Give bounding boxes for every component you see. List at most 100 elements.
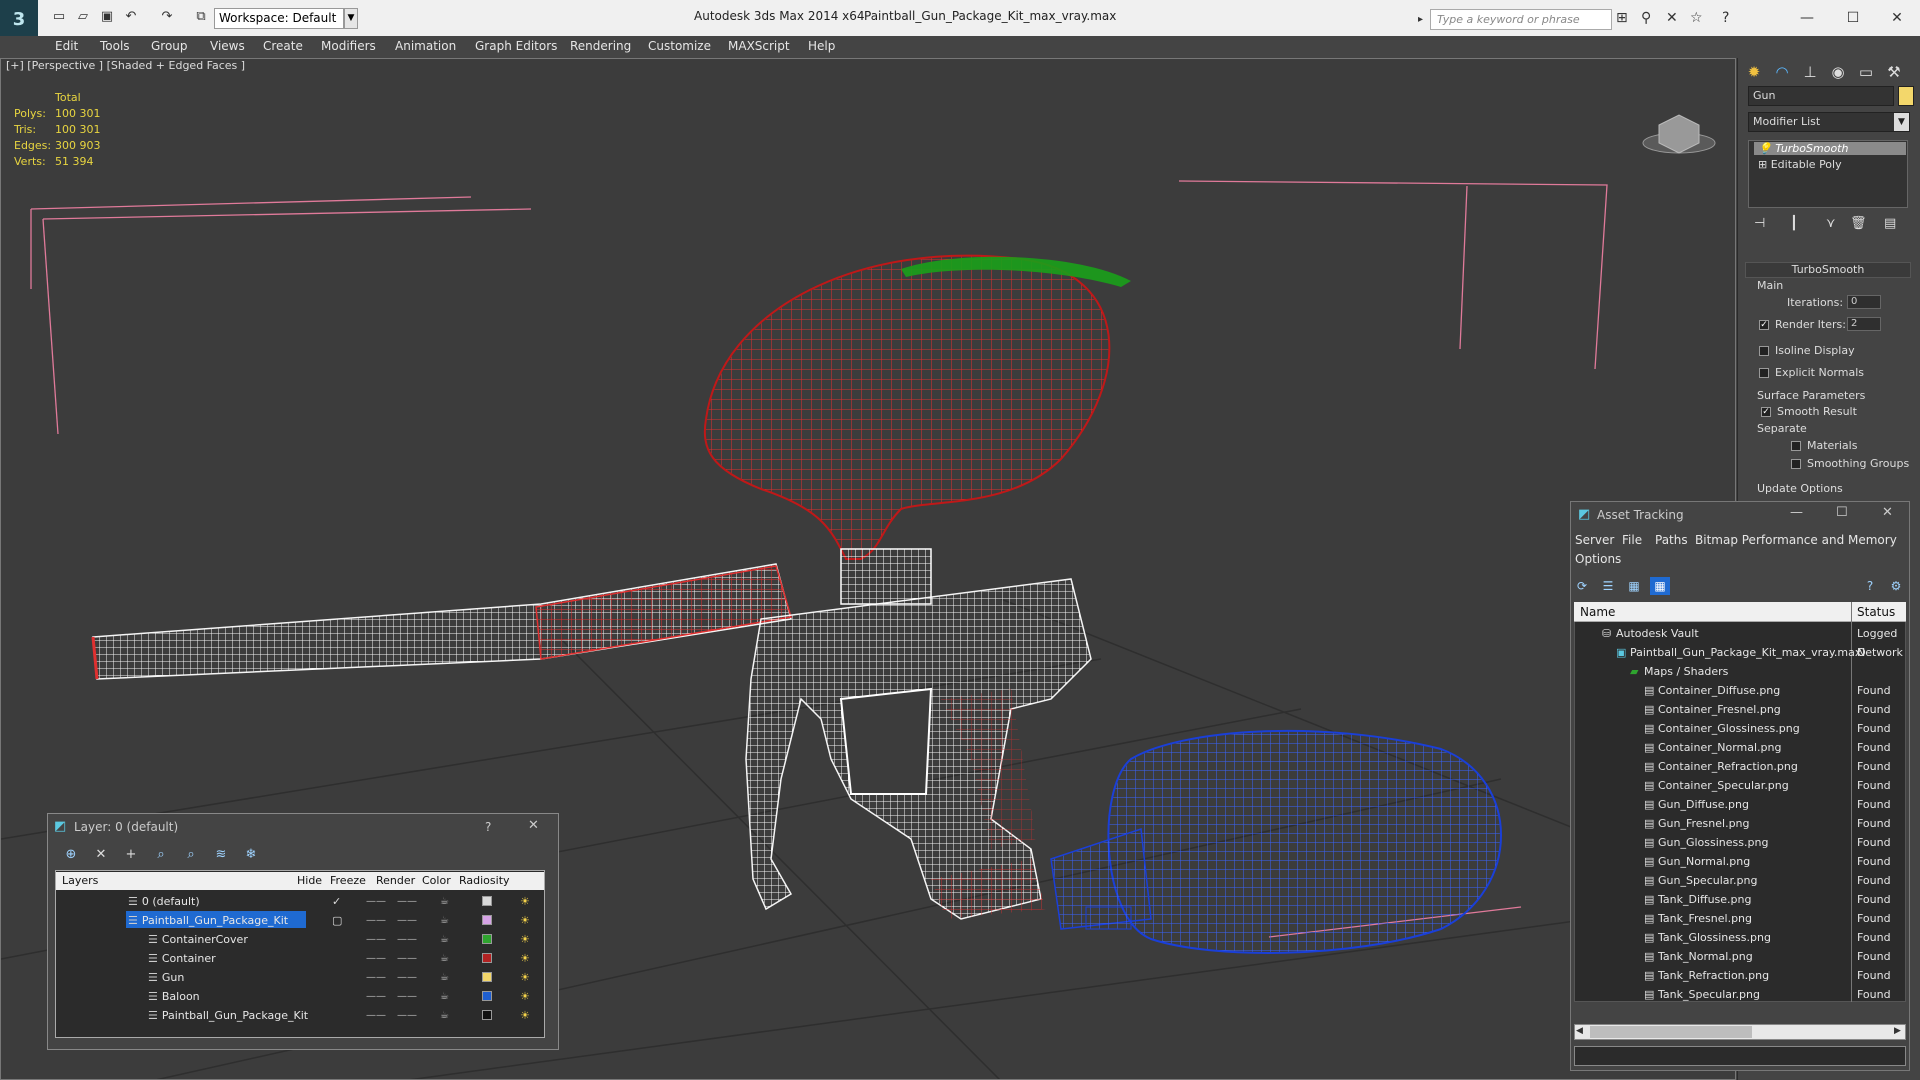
favorites-star-icon[interactable]: ☆ [1690, 10, 1703, 26]
asset-menu-options[interactable]: Options [1575, 552, 1621, 566]
layer-name-cell[interactable]: ☰ Baloon [146, 987, 306, 1004]
list-view-icon[interactable]: ☰ [1598, 577, 1618, 595]
layer-color-swatch[interactable] [482, 934, 492, 944]
communication-icon[interactable]: ✕ [1666, 10, 1678, 26]
menu-edit[interactable]: Edit [55, 39, 78, 53]
freeze-toggle-icon[interactable]: —— [397, 930, 417, 949]
layer-row[interactable]: ☰ 0 (default) ✓ —— —— ☕ ☀ [112, 892, 600, 911]
hide-toggle-icon[interactable]: —— [366, 987, 386, 1006]
layer-color-swatch[interactable] [482, 991, 492, 1001]
asset-row[interactable]: ▤ Gun_Glossiness.png Found [1574, 833, 1906, 852]
asset-row[interactable]: ▤ Container_Fresnel.png Found [1574, 700, 1906, 719]
layer-row[interactable]: ☰ Paintball_Gun_Package_Kit —— —— ☕ ☀ [112, 1006, 600, 1025]
asset-row[interactable]: ▤ Container_Diffuse.png Found [1574, 681, 1906, 700]
asset-minimize-button[interactable]: — [1790, 505, 1803, 520]
asset-row[interactable]: ▣ Paintball_Gun_Package_Kit_max_vray.max N… [1574, 643, 1906, 662]
smooth-result-checkbox[interactable]: ✓ [1761, 407, 1771, 417]
hide-toggle-icon[interactable]: —— [366, 968, 386, 987]
scroll-right-icon[interactable]: ▶ [1894, 1026, 1901, 1036]
radiosity-sun-icon[interactable]: ☀ [520, 987, 530, 1006]
render-teapot-icon[interactable]: ☕ [440, 930, 449, 949]
asset-settings-icon[interactable]: ⚙ [1886, 577, 1906, 595]
layer-col-hide[interactable]: Hide [297, 874, 322, 887]
hide-toggle-icon[interactable]: —— [366, 911, 386, 930]
undo-icon[interactable]: ↶ [122, 9, 140, 25]
render-teapot-icon[interactable]: ☕ [440, 911, 449, 930]
binoculars-icon[interactable]: ⊞ [1616, 10, 1628, 26]
asset-row[interactable]: ▤ Container_Refraction.png Found [1574, 757, 1906, 776]
radiosity-sun-icon[interactable]: ☀ [520, 1006, 530, 1025]
asset-menu-paths[interactable]: Paths [1655, 533, 1688, 547]
set-current-layer-icon[interactable]: ▢ [332, 911, 342, 930]
isoline-display-checkbox[interactable] [1759, 346, 1769, 356]
current-layer-check-icon[interactable]: ✓ [332, 892, 341, 911]
render-iters-checkbox[interactable]: ✓ [1759, 320, 1769, 330]
layer-name-cell[interactable]: ☰ ContainerCover [146, 930, 306, 947]
asset-row[interactable]: ▤ Gun_Specular.png Found [1574, 871, 1906, 890]
subscription-icon[interactable]: ⚲ [1641, 10, 1651, 26]
render-teapot-icon[interactable]: ☕ [440, 892, 449, 911]
freeze-toggle-icon[interactable]: —— [397, 987, 417, 1006]
hide-toggle-icon[interactable]: —— [366, 1006, 386, 1025]
search-input[interactable]: Type a keyword or phrase [1430, 9, 1612, 30]
menu-help[interactable]: Help [808, 39, 835, 53]
layer-name-cell[interactable]: ☰ Container [146, 949, 306, 966]
layer-color-swatch[interactable] [482, 1010, 492, 1020]
menu-tools[interactable]: Tools [100, 39, 130, 53]
asset-help-icon[interactable]: ? [1860, 577, 1880, 595]
layer-color-swatch[interactable] [482, 953, 492, 963]
asset-row[interactable]: ▤ Gun_Normal.png Found [1574, 852, 1906, 871]
radiosity-sun-icon[interactable]: ☀ [520, 949, 530, 968]
close-button[interactable]: ✕ [1874, 6, 1920, 30]
stack-item-editable-poly[interactable]: ⊞ Editable Poly [1754, 158, 1842, 171]
motion-tab-icon[interactable]: ◉ [1824, 60, 1852, 84]
minimize-button[interactable]: — [1784, 6, 1830, 30]
redo-icon[interactable]: ↷ [158, 9, 176, 25]
layer-row[interactable]: ☰ Container —— —— ☕ ☀ [112, 949, 600, 968]
grid-view-icon[interactable]: ▦ [1650, 577, 1670, 595]
render-teapot-icon[interactable]: ☕ [440, 1006, 449, 1025]
menu-modifiers[interactable]: Modifiers [321, 39, 376, 53]
asset-row[interactable]: ▤ Gun_Diffuse.png Found [1574, 795, 1906, 814]
asset-row[interactable]: ▤ Container_Specular.png Found [1574, 776, 1906, 795]
menu-rendering[interactable]: Rendering [570, 39, 631, 53]
search-expand-icon[interactable]: ▸ [1418, 9, 1430, 30]
menu-customize[interactable]: Customize [648, 39, 711, 53]
project-folder-icon[interactable]: ⧉ [192, 9, 210, 25]
modify-tab-icon[interactable]: ◠ [1768, 60, 1796, 84]
asset-menu-bitmap-performance[interactable]: Bitmap Performance and Memory [1695, 533, 1897, 547]
turbosmooth-rollout-header[interactable]: TurboSmooth [1745, 262, 1911, 278]
layer-name-cell[interactable]: ☰ 0 (default) [126, 892, 306, 909]
table-view-icon[interactable]: ▦ [1624, 577, 1644, 595]
layer-row[interactable]: ☰ ContainerCover —— —— ☕ ☀ [112, 930, 600, 949]
explicit-normals-checkbox[interactable] [1759, 368, 1769, 378]
help-icon[interactable]: ? [1722, 10, 1729, 26]
new-file-icon[interactable]: ▭ [50, 9, 68, 25]
asset-row[interactable]: ⛁ Autodesk Vault Logged O [1574, 624, 1906, 659]
asset-row[interactable]: ▤ Tank_Glossiness.png Found [1574, 928, 1906, 947]
select-objects-icon[interactable]: ⌕ [150, 845, 172, 865]
layer-close-button[interactable]: ✕ [528, 818, 539, 833]
app-menu-button[interactable]: 3 [0, 0, 38, 38]
asset-col-status[interactable]: Status [1857, 605, 1895, 619]
radiosity-sun-icon[interactable]: ☀ [520, 911, 530, 930]
remove-modifier-icon[interactable]: 🗑 [1850, 216, 1867, 231]
smoothing-groups-checkbox[interactable] [1791, 459, 1801, 469]
menu-graph-editors[interactable]: Graph Editors [475, 39, 557, 53]
menu-create[interactable]: Create [263, 39, 303, 53]
hide-toggle-icon[interactable]: —— [366, 892, 386, 911]
add-to-layer-icon[interactable]: + [120, 845, 142, 865]
create-tab-sun-icon[interactable]: ✹ [1740, 60, 1768, 84]
make-unique-icon[interactable]: ⋎ [1826, 216, 1836, 231]
layer-row[interactable]: ☰ Baloon —— —— ☕ ☀ [112, 987, 600, 1006]
chevron-down-icon[interactable]: ▼ [344, 8, 358, 29]
layer-col-freeze[interactable]: Freeze [330, 874, 366, 887]
object-color-swatch[interactable] [1898, 86, 1914, 106]
asset-row[interactable]: ▤ Container_Normal.png Found [1574, 738, 1906, 757]
open-file-icon[interactable]: ▱ [74, 9, 92, 25]
freeze-toggle-icon[interactable]: —— [397, 968, 417, 987]
asset-row[interactable]: ▤ Container_Glossiness.png Found [1574, 719, 1906, 738]
asset-row[interactable]: ▤ Tank_Diffuse.png Found [1574, 890, 1906, 909]
menu-maxscript[interactable]: MAXScript [728, 39, 790, 53]
asset-row[interactable]: ▤ Tank_Normal.png Found [1574, 947, 1906, 966]
